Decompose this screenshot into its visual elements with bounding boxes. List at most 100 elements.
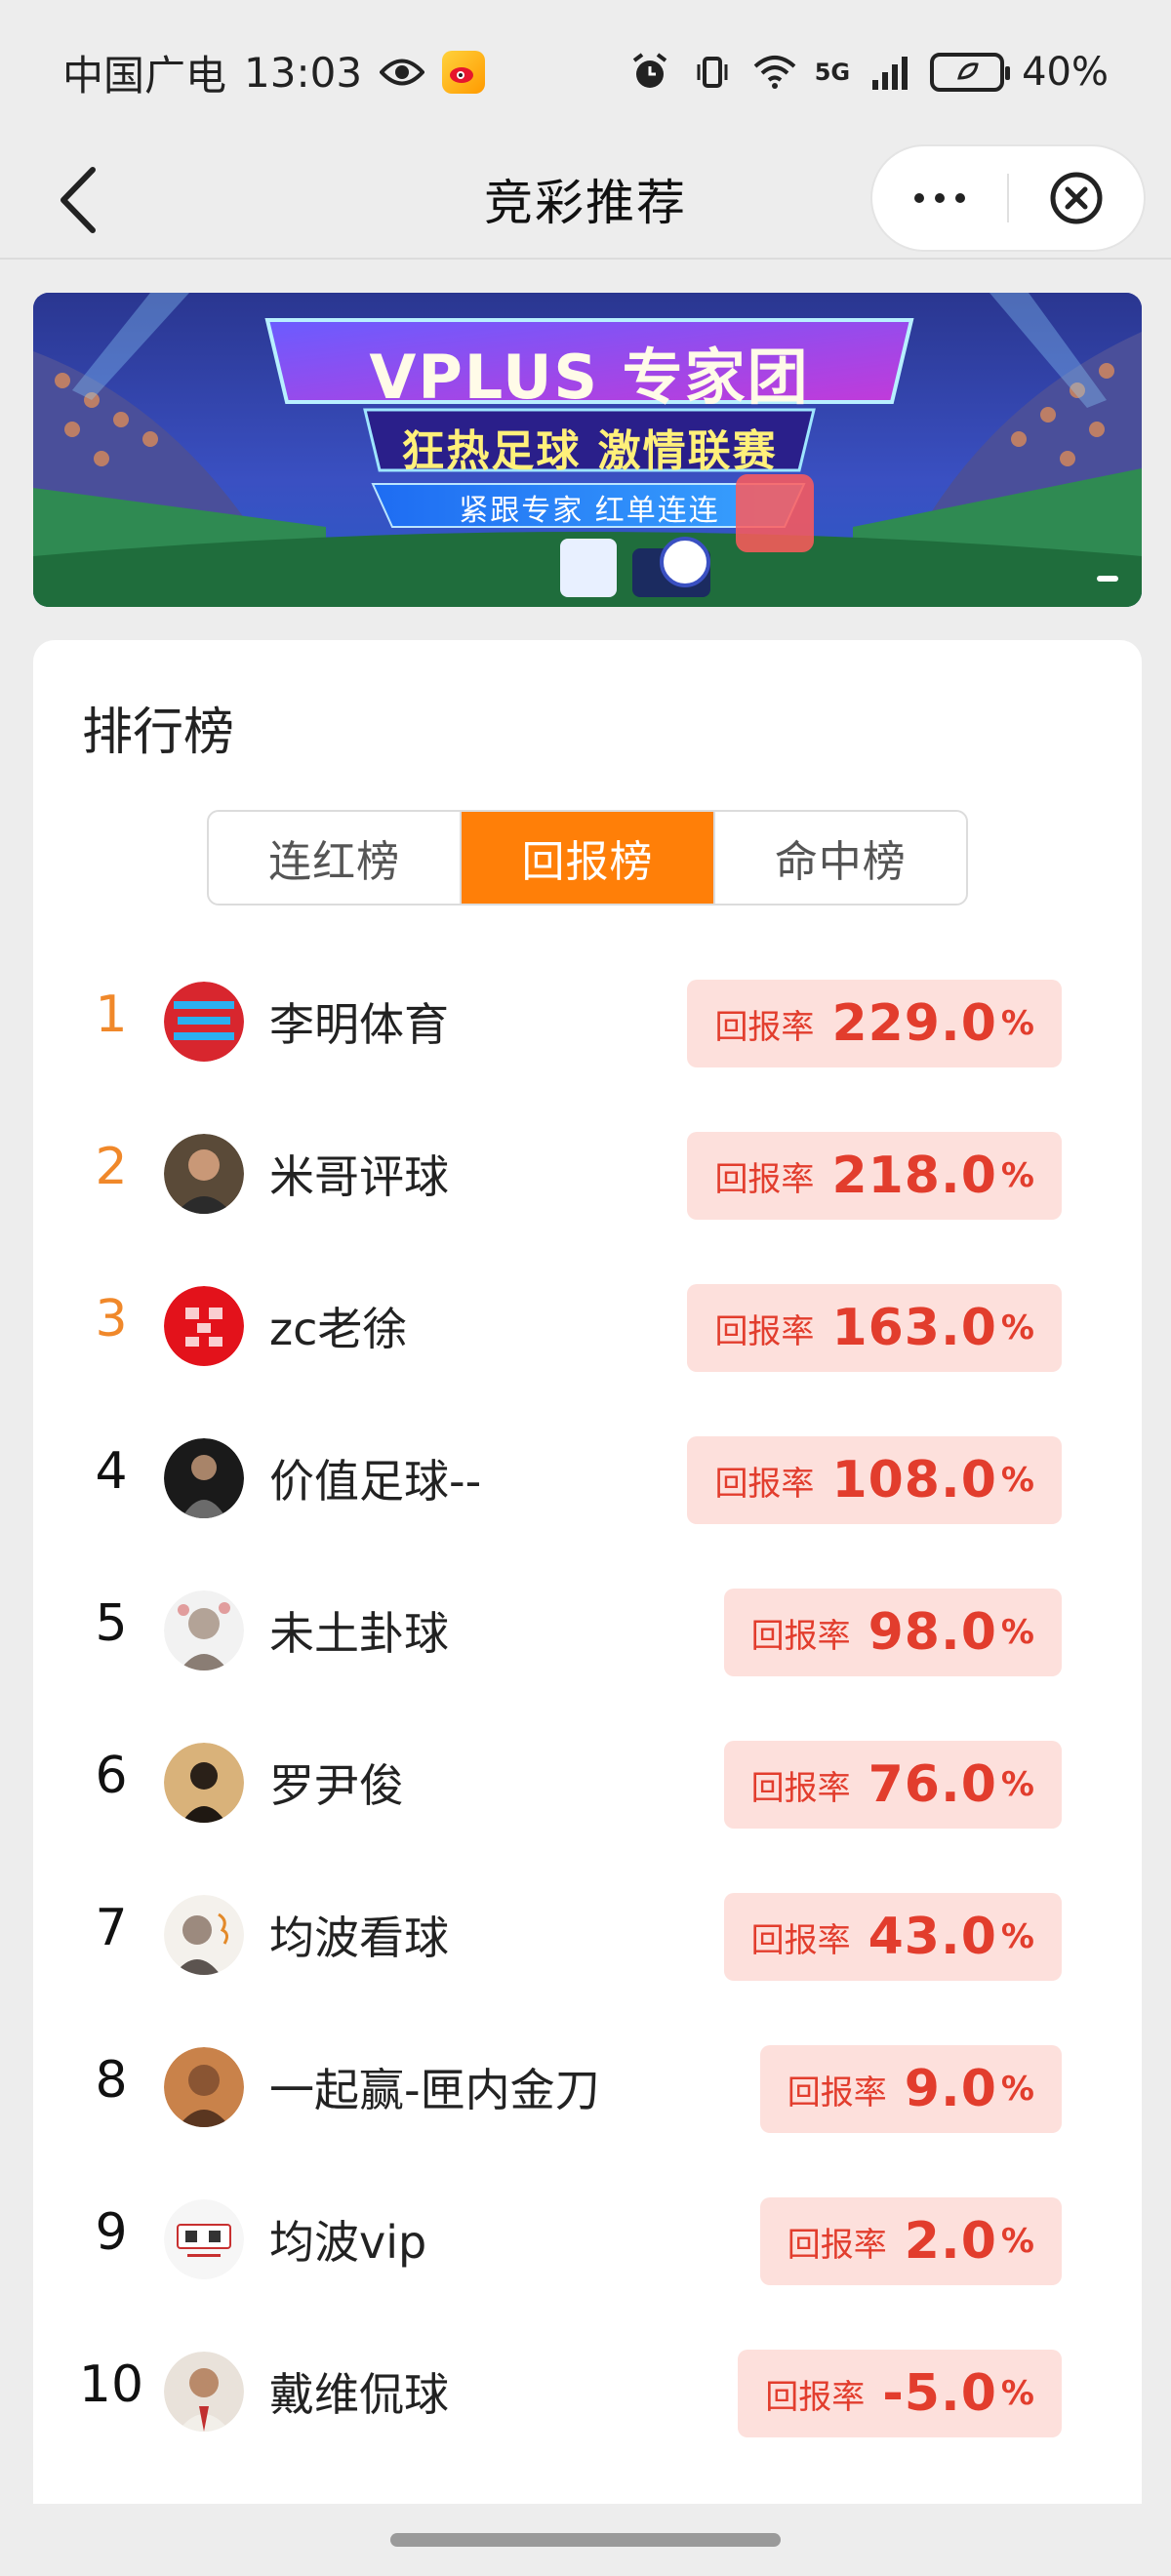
rank-number: 5 [95, 1594, 128, 1653]
nav-bar: 竞彩推荐 [0, 144, 1171, 260]
clock: 13:03 [244, 48, 363, 97]
battery-icon [930, 53, 1011, 92]
list-item[interactable]: 5 未土卦球 回报率 98.0 % [33, 1555, 1142, 1708]
rate-label: 回报率 [750, 1768, 851, 1808]
avatar[interactable] [164, 2352, 244, 2432]
rate-label: 回报率 [787, 2225, 887, 2265]
percent-sign: % [1000, 1308, 1034, 1348]
ranking-tabs: 连红榜 回报榜 命中榜 [207, 810, 968, 906]
rate-value: -5.0 [882, 2364, 997, 2423]
expert-name: 罗尹俊 [269, 1759, 404, 1812]
percent-sign: % [1000, 1461, 1034, 1500]
avatar[interactable] [164, 1286, 244, 1366]
avatar[interactable] [164, 1134, 244, 1214]
vibrate-icon [690, 50, 735, 95]
close-circle-icon [1050, 172, 1103, 224]
status-left: 中国广电 13:03 [62, 43, 486, 101]
banner-title: VPLUS 专家团 [369, 342, 810, 413]
rate-value: 9.0 [904, 2060, 997, 2118]
signal-icon [868, 50, 912, 95]
list-item[interactable]: 3 zc老徐 回报率 163.0 % [33, 1251, 1142, 1403]
avatar[interactable] [164, 1895, 244, 1975]
tab-return[interactable]: 回报榜 [460, 812, 713, 904]
wifi-icon [752, 50, 797, 95]
rank-number: 4 [95, 1442, 128, 1501]
mini-program-capsule [870, 144, 1146, 252]
rank-number: 7 [95, 1899, 128, 1957]
rate-value: 76.0 [868, 1755, 997, 1814]
more-dots-icon [914, 193, 965, 203]
rate-value: 98.0 [868, 1603, 997, 1662]
rate-value: 43.0 [868, 1908, 997, 1966]
percent-sign: % [1000, 1765, 1034, 1804]
rank-number: 1 [95, 986, 128, 1044]
avatar[interactable] [164, 2199, 244, 2279]
return-rate-badge: 回报率 98.0 % [723, 1589, 1062, 1676]
expert-name: 价值足球-- [269, 1455, 482, 1508]
more-button[interactable] [872, 146, 1007, 250]
expert-name: 李明体育 [269, 998, 449, 1051]
rate-label: 回报率 [714, 1311, 815, 1351]
rate-value: 108.0 [831, 1451, 997, 1509]
rate-label: 回报率 [714, 1159, 815, 1199]
list-item[interactable]: 9 均波vip 回报率 2.0 % [33, 2164, 1142, 2316]
rate-label: 回报率 [750, 1920, 851, 1960]
rate-value: 163.0 [831, 1299, 997, 1357]
rate-label: 回报率 [787, 2073, 887, 2113]
avatar[interactable] [164, 2047, 244, 2127]
percent-sign: % [1000, 2374, 1034, 2413]
return-rate-badge: 回报率 163.0 % [687, 1284, 1062, 1372]
return-rate-badge: 回报率 -5.0 % [738, 2350, 1062, 2437]
list-item[interactable]: 4 价值足球-- 回报率 108.0 % [33, 1403, 1142, 1555]
percent-sign: % [1000, 2222, 1034, 2261]
list-item[interactable]: 8 一起赢-匣内金刀 回报率 9.0 % [33, 2012, 1142, 2164]
rank-number: 6 [95, 1747, 128, 1805]
expert-name: 米哥评球 [269, 1150, 449, 1203]
banner-tagline: 紧跟专家 红单连连 [459, 494, 720, 528]
percent-sign: % [1000, 2070, 1034, 2109]
rate-value: 229.0 [831, 994, 997, 1053]
home-indicator[interactable] [390, 2533, 781, 2547]
percent-sign: % [1000, 1004, 1034, 1043]
ranking-card: 排行榜 连红榜 回报榜 命中榜 1 李明体育 回报率 229.0 % 2 米哥评… [33, 640, 1142, 2576]
return-rate-badge: 回报率 76.0 % [723, 1741, 1062, 1829]
percent-sign: % [1000, 1156, 1034, 1195]
expert-name: 均波看球 [269, 1912, 449, 1964]
rank-number: 10 [78, 2355, 144, 2414]
list-item[interactable]: 1 李明体育 回报率 229.0 % [33, 946, 1142, 1099]
rate-label: 回报率 [750, 1616, 851, 1656]
return-rate-badge: 回报率 108.0 % [687, 1436, 1062, 1524]
list-item[interactable]: 6 罗尹俊 回报率 76.0 % [33, 1708, 1142, 1860]
tab-streak[interactable]: 连红榜 [209, 812, 460, 904]
avatar[interactable] [164, 982, 244, 1062]
avatar[interactable] [164, 1743, 244, 1823]
ranking-title: 排行榜 [82, 704, 235, 762]
rate-value: 2.0 [904, 2212, 997, 2271]
list-item[interactable]: 2 米哥评球 回报率 218.0 % [33, 1099, 1142, 1251]
list-item[interactable]: 7 均波看球 回报率 43.0 % [33, 1860, 1142, 2012]
tab-hit-rate[interactable]: 命中榜 [712, 812, 966, 904]
expert-name: 一起赢-匣内金刀 [269, 2064, 600, 2116]
promo-banner[interactable]: VPLUS 专家团 狂热足球 激情联赛 紧跟专家 红单连连 [33, 293, 1142, 607]
list-item[interactable]: 10 戴维侃球 回报率 -5.0 % [33, 2316, 1142, 2469]
carrier-label: 中国广电 [62, 51, 227, 100]
percent-sign: % [1000, 1613, 1034, 1652]
expert-name: 未土卦球 [269, 1607, 449, 1660]
close-button[interactable] [1009, 146, 1144, 250]
alarm-icon [627, 50, 672, 95]
banner-subtitle: 狂热足球 激情联赛 [401, 426, 778, 476]
return-rate-badge: 回报率 229.0 % [687, 980, 1062, 1067]
rank-number: 2 [95, 1138, 128, 1196]
status-bar: 中国广电 13:03 5G 40% [0, 0, 1171, 144]
percent-sign: % [1000, 1917, 1034, 1956]
expert-name: 均波vip [269, 2216, 427, 2269]
avatar[interactable] [164, 1438, 244, 1518]
return-rate-badge: 回报率 2.0 % [759, 2197, 1062, 2285]
battery-percent: 40% [1022, 50, 1109, 95]
rate-label: 回报率 [714, 1007, 815, 1047]
rate-label: 回报率 [714, 1464, 815, 1504]
eye-icon [380, 50, 425, 95]
return-rate-badge: 回报率 218.0 % [687, 1132, 1062, 1220]
avatar[interactable] [164, 1590, 244, 1670]
return-rate-badge: 回报率 43.0 % [723, 1893, 1062, 1981]
